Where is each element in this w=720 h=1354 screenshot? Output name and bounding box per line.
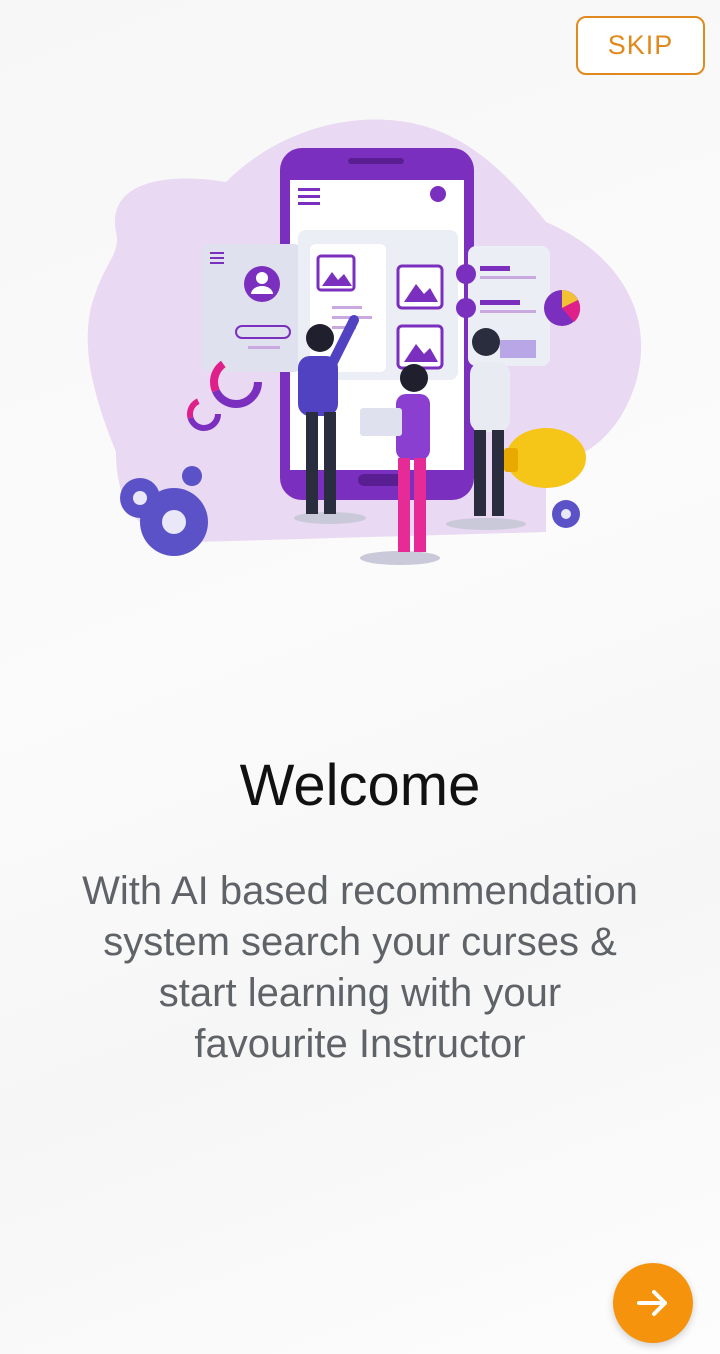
arrow-right-icon [637,1290,667,1316]
onboarding-description: With AI based recommendation system sear… [82,869,638,1066]
page-title: Welcome [239,753,481,818]
next-button[interactable] [613,1263,693,1343]
skip-button[interactable]: SKIP [576,16,705,75]
onboarding-illustration [87,119,642,565]
